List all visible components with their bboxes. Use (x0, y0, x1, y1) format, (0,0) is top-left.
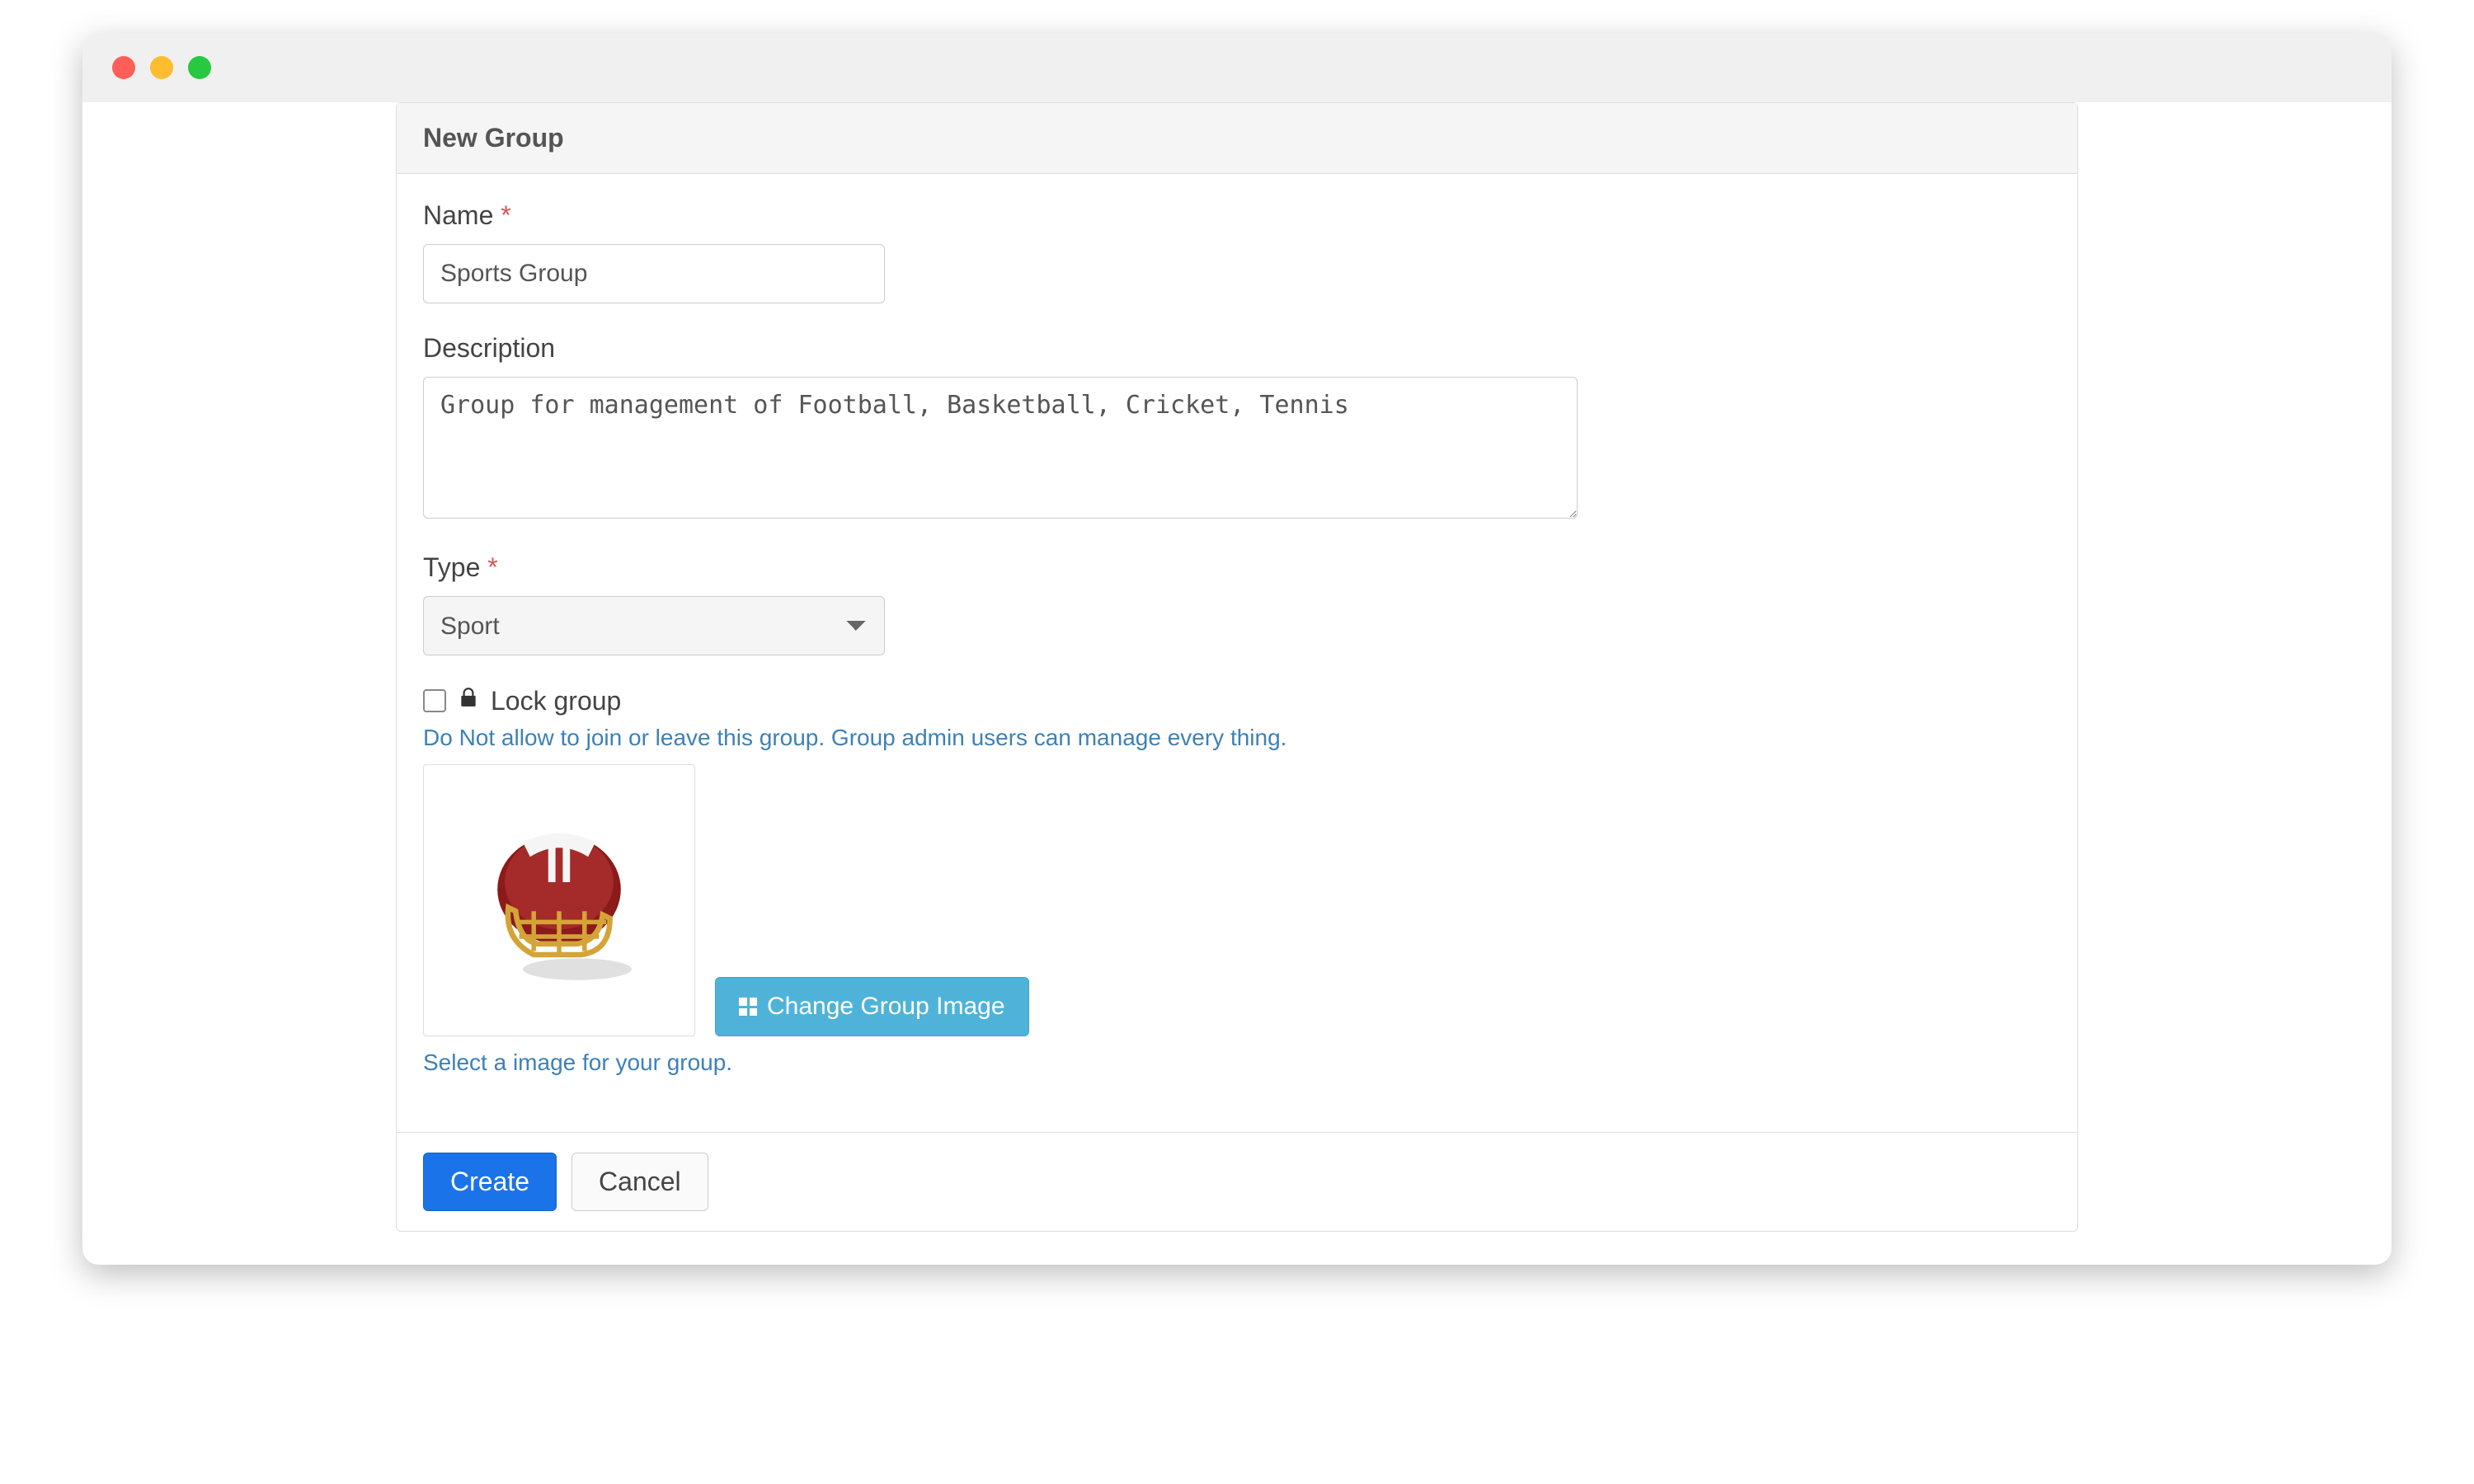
content-area: New Group Name * Description Type (82, 102, 2392, 1265)
window-maximize-icon[interactable] (188, 56, 211, 79)
titlebar (82, 33, 2392, 102)
grid-icon (739, 998, 757, 1016)
lock-help-text: Do Not allow to join or leave this group… (423, 725, 2051, 751)
type-select[interactable]: Sport (423, 596, 885, 655)
required-marker: * (487, 552, 497, 582)
change-group-image-button[interactable]: Change Group Image (715, 977, 1029, 1036)
panel-body: Name * Description Type * Sport (397, 174, 2077, 1132)
required-marker: * (501, 200, 510, 230)
app-window: New Group Name * Description Type (82, 33, 2392, 1265)
change-image-label: Change Group Image (767, 993, 1005, 1021)
cancel-button[interactable]: Cancel (571, 1153, 708, 1211)
name-group: Name * (423, 200, 2051, 303)
type-group: Type * Sport (423, 552, 2051, 655)
lock-checkbox[interactable] (423, 689, 446, 712)
create-button[interactable]: Create (423, 1153, 557, 1211)
name-input[interactable] (423, 244, 885, 303)
window-minimize-icon[interactable] (150, 56, 173, 79)
panel-title: New Group (397, 103, 2077, 174)
type-label: Type * (423, 552, 2051, 583)
window-close-icon[interactable] (112, 56, 135, 79)
image-row: Change Group Image (423, 764, 2051, 1036)
type-label-text: Type (423, 552, 480, 582)
image-help-text: Select a image for your group. (423, 1050, 2051, 1076)
group-image-preview (423, 764, 695, 1036)
panel-footer: Create Cancel (397, 1132, 2077, 1231)
lock-row: Lock group (423, 685, 2051, 716)
lock-label: Lock group (491, 686, 621, 716)
description-group: Description (423, 333, 2051, 523)
lock-group: Lock group Do Not allow to join or leave… (423, 685, 2051, 1076)
lock-icon (458, 685, 479, 716)
name-label: Name * (423, 200, 2051, 231)
football-helmet-icon (468, 810, 650, 991)
description-label: Description (423, 333, 2051, 364)
name-label-text: Name (423, 200, 493, 230)
description-textarea[interactable] (423, 377, 1578, 519)
new-group-panel: New Group Name * Description Type (396, 102, 2078, 1232)
